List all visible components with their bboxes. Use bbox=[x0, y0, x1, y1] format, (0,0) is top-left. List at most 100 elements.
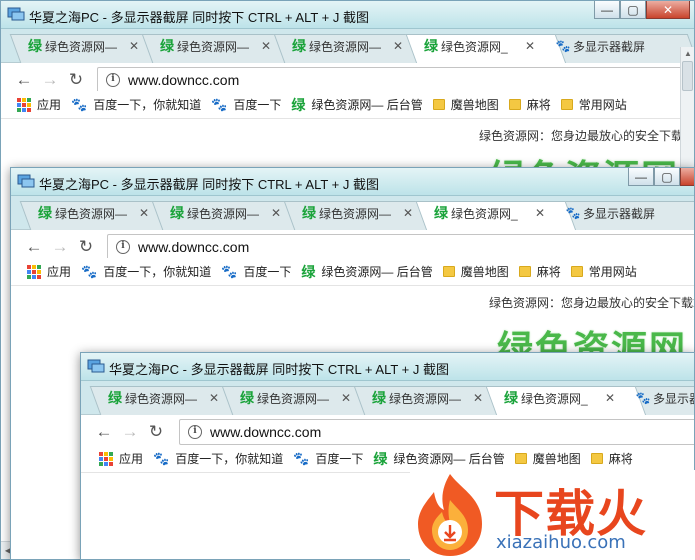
computer-app-icon bbox=[87, 359, 105, 373]
green-site-icon: 绿 bbox=[292, 38, 306, 54]
bookmark-baidu-1[interactable]: 🐾 百度一下，你就知道 bbox=[153, 450, 283, 467]
address-bar[interactable]: i www.downcc.com bbox=[97, 67, 682, 93]
green-site-icon: 绿 bbox=[302, 205, 316, 221]
title-bar[interactable]: 华夏之海PC - 多显示器截屏 同时按下 CTRL + ALT + J 截图 —… bbox=[1, 1, 694, 29]
bookmark-baidu-2[interactable]: 🐾 百度一下 bbox=[211, 96, 281, 113]
scroll-thumb[interactable] bbox=[682, 61, 693, 91]
green-site-icon: 绿 bbox=[38, 205, 52, 221]
tab-close-icon[interactable]: ✕ bbox=[533, 206, 547, 220]
green-site-icon: 绿 bbox=[424, 38, 438, 54]
back-button[interactable]: ← bbox=[21, 237, 47, 257]
bookmark-folder-mahjong[interactable]: 麻将 bbox=[590, 450, 633, 467]
tab-close-icon[interactable]: ✕ bbox=[269, 206, 283, 220]
maximize-button[interactable]: ▢ bbox=[654, 168, 680, 186]
close-button[interactable]: ✕ bbox=[680, 168, 694, 186]
back-button[interactable]: ← bbox=[11, 70, 37, 90]
apps-grid-icon bbox=[27, 264, 41, 279]
green-site-icon: 绿 bbox=[301, 263, 316, 280]
computer-app-icon bbox=[17, 174, 35, 188]
bookmark-baidu-1[interactable]: 🐾 百度一下，你就知道 bbox=[81, 263, 211, 280]
scroll-up-icon[interactable]: ▲ bbox=[681, 47, 694, 61]
tab-label: 多显示器截屏 bbox=[653, 391, 694, 406]
bookmark-folder-mahjong[interactable]: 麻将 bbox=[518, 263, 561, 280]
bookmark-green-admin[interactable]: 绿绿色资源网— 后台管 bbox=[301, 262, 432, 282]
bookmark-folder-common[interactable]: 常用网站 bbox=[570, 263, 637, 280]
paw-icon: 🐾 bbox=[293, 450, 310, 466]
tab-strip: 绿绿色资源网— ✕ 绿绿色资源网— ✕ 绿绿色资源网— ✕ 绿绿色资源网_ ✕ 🐾 多显示… bbox=[81, 381, 694, 416]
folder-icon bbox=[560, 99, 573, 110]
bookmark-baidu-2[interactable]: 🐾 百度一下 bbox=[293, 450, 363, 467]
bookmark-green-admin[interactable]: 绿绿色资源网— 后台管 bbox=[373, 449, 504, 469]
tab-label: 绿色资源网_ bbox=[521, 391, 588, 406]
tab-close-icon[interactable]: ✕ bbox=[127, 39, 141, 53]
tab-label: 绿色资源网_ bbox=[451, 206, 518, 221]
url-text: www.downcc.com bbox=[138, 239, 250, 255]
green-site-icon: 绿 bbox=[160, 38, 174, 54]
back-button[interactable]: ← bbox=[91, 422, 117, 442]
minimize-button[interactable]: — bbox=[594, 1, 620, 19]
tab-close-icon[interactable]: ✕ bbox=[523, 39, 537, 53]
bookmark-folder-maps[interactable]: 魔兽地图 bbox=[442, 263, 509, 280]
bookmark-green-admin[interactable]: 绿绿色资源网— 后台管 bbox=[291, 95, 422, 115]
bookmark-apps[interactable]: 应用 bbox=[17, 96, 61, 113]
green-site-icon: 绿 bbox=[240, 390, 254, 406]
maximize-button[interactable]: ▢ bbox=[620, 1, 646, 19]
bookmark-folder-maps[interactable]: 魔兽地图 bbox=[432, 96, 499, 113]
window-title: 华夏之海PC - 多显示器截屏 同时按下 CTRL + ALT + J 截图 bbox=[109, 362, 449, 377]
info-icon[interactable]: i bbox=[116, 240, 130, 254]
address-bar[interactable]: i www.downcc.com bbox=[107, 234, 694, 260]
paw-icon: 🐾 bbox=[211, 96, 228, 112]
tab-label: 绿色资源网— bbox=[177, 39, 250, 54]
close-button[interactable]: ✕ bbox=[646, 1, 690, 19]
paw-icon: 🐾 bbox=[565, 206, 581, 220]
tab-label: 绿色资源网— bbox=[257, 391, 330, 406]
tab-close-icon[interactable]: ✕ bbox=[391, 39, 405, 53]
bookmark-folder-common[interactable]: 常用网站 bbox=[560, 96, 627, 113]
reload-button[interactable]: ↻ bbox=[73, 237, 99, 257]
computer-app-icon bbox=[7, 7, 25, 21]
green-site-icon: 绿 bbox=[373, 450, 388, 467]
tab-close-icon[interactable]: ✕ bbox=[207, 391, 221, 405]
tab-label: 绿色资源网— bbox=[319, 206, 392, 221]
reload-button[interactable]: ↻ bbox=[143, 422, 169, 442]
minimize-button[interactable]: — bbox=[628, 168, 654, 186]
bookmark-apps[interactable]: 应用 bbox=[99, 450, 143, 467]
watermark-logo: 下载火 xiazaihuo.com bbox=[410, 470, 695, 560]
bookmark-baidu-1[interactable]: 🐾 百度一下，你就知道 bbox=[71, 96, 201, 113]
window-title: 华夏之海PC - 多显示器截屏 同时按下 CTRL + ALT + J 截图 bbox=[29, 10, 369, 25]
paw-icon: 🐾 bbox=[221, 263, 238, 279]
window-controls: — ▢ ✕ bbox=[594, 1, 690, 19]
bookmarks-bar: 应用 🐾 百度一下，你就知道 🐾 百度一下 绿绿色资源网— 后台管 魔兽地图 麻将 … bbox=[11, 258, 694, 286]
tab-close-icon[interactable]: ✕ bbox=[603, 391, 617, 405]
info-icon[interactable]: i bbox=[106, 73, 120, 87]
tab-close-icon[interactable]: ✕ bbox=[259, 39, 273, 53]
apps-grid-icon bbox=[17, 97, 31, 112]
info-icon[interactable]: i bbox=[188, 425, 202, 439]
tab-close-icon[interactable]: ✕ bbox=[471, 391, 485, 405]
bookmark-apps[interactable]: 应用 bbox=[27, 263, 71, 280]
green-site-icon: 绿 bbox=[372, 390, 386, 406]
folder-icon bbox=[590, 453, 603, 464]
tab-label: 绿色资源网— bbox=[125, 391, 198, 406]
site-tagline: 绿色资源网：您身边最放心的安全下载站！ bbox=[489, 296, 695, 310]
forward-button[interactable]: → bbox=[37, 70, 63, 90]
title-bar[interactable]: 华夏之海PC - 多显示器截屏 同时按下 CTRL + ALT + J 截图 —… bbox=[11, 168, 694, 196]
tab-close-icon[interactable]: ✕ bbox=[401, 206, 415, 220]
tab-label: 绿色资源网— bbox=[389, 391, 462, 406]
watermark-url: xiazaihuo.com bbox=[496, 532, 626, 553]
reload-button[interactable]: ↻ bbox=[63, 70, 89, 90]
tab-close-icon[interactable]: ✕ bbox=[339, 391, 353, 405]
bookmark-folder-mahjong[interactable]: 麻将 bbox=[508, 96, 551, 113]
bookmark-folder-maps[interactable]: 魔兽地图 bbox=[514, 450, 581, 467]
bookmark-baidu-2[interactable]: 🐾 百度一下 bbox=[221, 263, 291, 280]
forward-button[interactable]: → bbox=[47, 237, 73, 257]
tab-close-icon[interactable]: ✕ bbox=[137, 206, 151, 220]
forward-button[interactable]: → bbox=[117, 422, 143, 442]
paw-icon: 🐾 bbox=[635, 391, 651, 405]
address-bar[interactable]: i www.downcc.com bbox=[179, 419, 694, 445]
folder-icon bbox=[570, 266, 583, 277]
title-bar[interactable]: 华夏之海PC - 多显示器截屏 同时按下 CTRL + ALT + J 截图 bbox=[81, 353, 694, 381]
green-site-icon: 绿 bbox=[504, 390, 518, 406]
tab-label: 多显示器截屏 bbox=[583, 206, 656, 221]
tab-strip: 绿绿色资源网— ✕ 绿绿色资源网— ✕ 绿绿色资源网— ✕ 绿绿色资源网_ ✕ 🐾 多显示… bbox=[1, 29, 694, 64]
